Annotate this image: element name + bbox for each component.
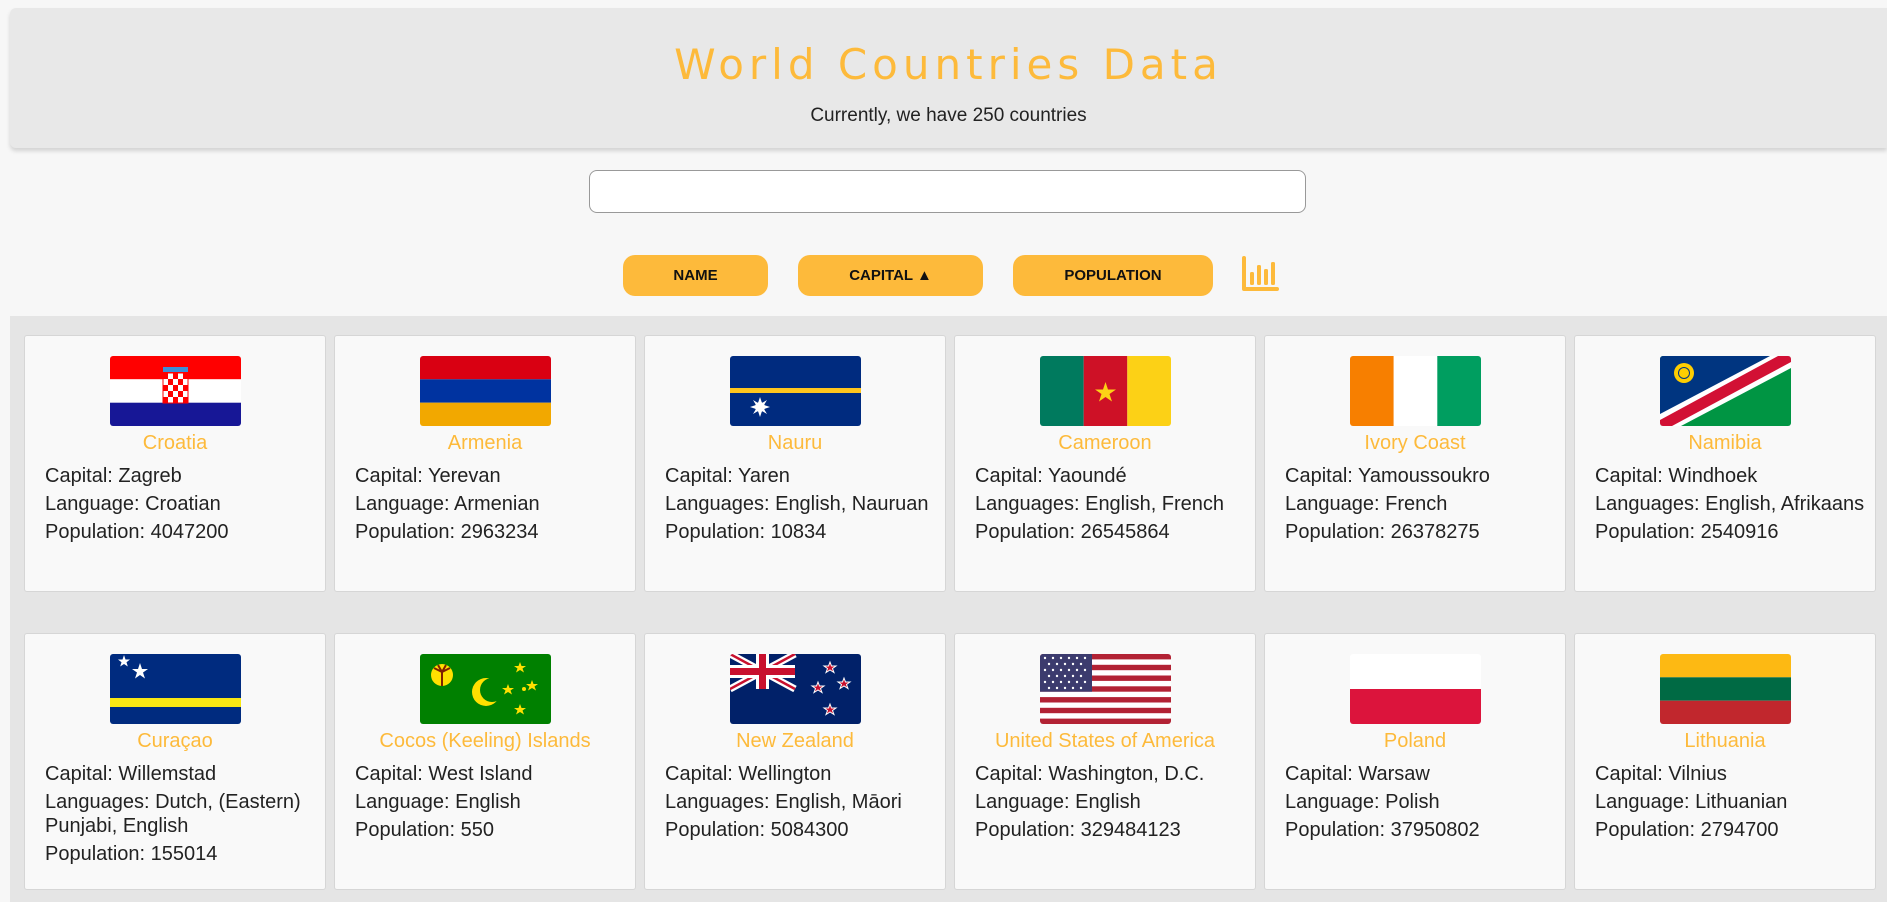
country-population: Population: 26545864 <box>975 521 1170 543</box>
country-population: Population: 2540916 <box>1595 521 1779 543</box>
country-name: Cocos (Keeling) Islands <box>379 730 591 752</box>
country-language: Languages: English, Afrikaans <box>1595 493 1865 515</box>
country-name: New Zealand <box>736 730 854 752</box>
cameroon-flag-icon <box>1040 356 1171 426</box>
country-count: Currently, we have 250 countries <box>810 105 1087 126</box>
nauru-flag-icon <box>730 356 861 426</box>
country-language: Language: Armenian <box>355 493 540 515</box>
country-card-namibia[interactable]: Namibia Capital: Windhoek Languages: Eng… <box>1574 335 1876 592</box>
page-header: World Countries Data Currently, we have … <box>10 8 1887 148</box>
country-language: Language: Croatian <box>45 493 221 515</box>
country-population: Population: 329484123 <box>975 819 1181 841</box>
country-name: Lithuania <box>1684 730 1766 752</box>
country-language: Languages: English, Māori <box>665 791 902 813</box>
country-population: Population: 4047200 <box>45 521 229 543</box>
countries-grid: Croatia Capital: Zagreb Language: Croati… <box>10 316 1887 902</box>
country-name: Croatia <box>142 432 208 454</box>
ivory-coast-flag-icon <box>1350 356 1481 426</box>
country-card-new-zealand[interactable]: New Zealand Capital: Wellington Language… <box>644 633 946 890</box>
country-language: Languages: English, Nauruan <box>665 493 929 515</box>
country-card-nauru[interactable]: Nauru Capital: Yaren Languages: English,… <box>644 335 946 592</box>
country-name: Armenia <box>447 432 523 454</box>
sort-by-capital-button[interactable]: CAPITAL ▲ <box>798 255 983 296</box>
poland-flag-icon <box>1350 654 1481 724</box>
usa-flag-icon <box>1040 654 1171 724</box>
country-population: Population: 550 <box>355 819 495 841</box>
country-capital: Capital: Yaren <box>665 465 790 487</box>
new-zealand-flag-icon <box>730 654 861 724</box>
country-capital: Capital: Wellington <box>665 763 832 785</box>
country-name: Namibia <box>1688 432 1762 454</box>
country-language: Languages: Dutch, (Eastern) Punjabi, Eng… <box>45 791 301 837</box>
country-population: Population: 2794700 <box>1595 819 1779 841</box>
armenia-flag-icon <box>420 356 551 426</box>
country-language: Language: Lithuanian <box>1595 791 1788 813</box>
country-card-usa[interactable]: United States of America Capital: Washin… <box>954 633 1256 890</box>
lithuania-flag-icon <box>1660 654 1791 724</box>
country-capital: Capital: West Island <box>355 763 533 785</box>
country-population: Population: 26378275 <box>1285 521 1480 543</box>
country-language: Languages: English, French <box>975 493 1225 515</box>
country-language: Language: French <box>1285 493 1448 515</box>
country-name: Cameroon <box>1058 432 1152 454</box>
country-card-croatia[interactable]: Croatia Capital: Zagreb Language: Croati… <box>24 335 326 592</box>
country-name: Ivory Coast <box>1364 432 1466 454</box>
country-name: United States of America <box>994 730 1216 752</box>
country-capital: Capital: Willemstad <box>45 763 217 785</box>
country-card-cocos-islands[interactable]: Cocos (Keeling) Islands Capital: West Is… <box>334 633 636 890</box>
sort-by-name-button[interactable]: NAME <box>623 255 768 296</box>
country-card-curacao[interactable]: Curaçao Capital: Willemstad Languages: D… <box>24 633 326 890</box>
country-capital: Capital: Zagreb <box>45 465 182 487</box>
cocos-islands-flag-icon <box>420 654 551 724</box>
country-card-poland[interactable]: Poland Capital: Warsaw Language: Polish … <box>1264 633 1566 890</box>
country-capital: Capital: Vilnius <box>1595 763 1727 785</box>
namibia-flag-icon <box>1660 356 1791 426</box>
country-population: Population: 5084300 <box>665 819 849 841</box>
page-title: World Countries Data <box>674 40 1223 89</box>
country-population: Population: 2963234 <box>355 521 539 543</box>
croatia-flag-icon <box>110 356 241 426</box>
bar-chart-icon[interactable] <box>1241 256 1279 292</box>
country-name: Curaçao <box>137 730 213 752</box>
country-capital: Capital: Yaoundé <box>975 465 1127 487</box>
search-input[interactable] <box>589 170 1306 213</box>
country-card-lithuania[interactable]: Lithuania Capital: Vilnius Language: Lit… <box>1574 633 1876 890</box>
country-name: Nauru <box>767 432 823 454</box>
country-population: Population: 155014 <box>45 843 218 865</box>
country-capital: Capital: Yamoussoukro <box>1285 465 1490 487</box>
country-card-ivory-coast[interactable]: Ivory Coast Capital: Yamoussoukro Langua… <box>1264 335 1566 592</box>
country-language: Language: Polish <box>1285 791 1440 813</box>
country-capital: Capital: Warsaw <box>1285 763 1430 785</box>
country-capital: Capital: Washington, D.C. <box>975 763 1205 785</box>
country-language: Language: English <box>355 791 521 813</box>
country-capital: Capital: Windhoek <box>1595 465 1758 487</box>
country-card-armenia[interactable]: Armenia Capital: Yerevan Language: Armen… <box>334 335 636 592</box>
country-population: Population: 10834 <box>665 521 827 543</box>
country-population: Population: 37950802 <box>1285 819 1480 841</box>
sort-by-population-button[interactable]: POPULATION <box>1013 255 1213 296</box>
country-capital: Capital: Yerevan <box>355 465 501 487</box>
curacao-flag-icon <box>110 654 241 724</box>
country-language: Language: English <box>975 791 1141 813</box>
country-name: Poland <box>1383 730 1447 752</box>
country-card-cameroon[interactable]: Cameroon Capital: Yaoundé Languages: Eng… <box>954 335 1256 592</box>
